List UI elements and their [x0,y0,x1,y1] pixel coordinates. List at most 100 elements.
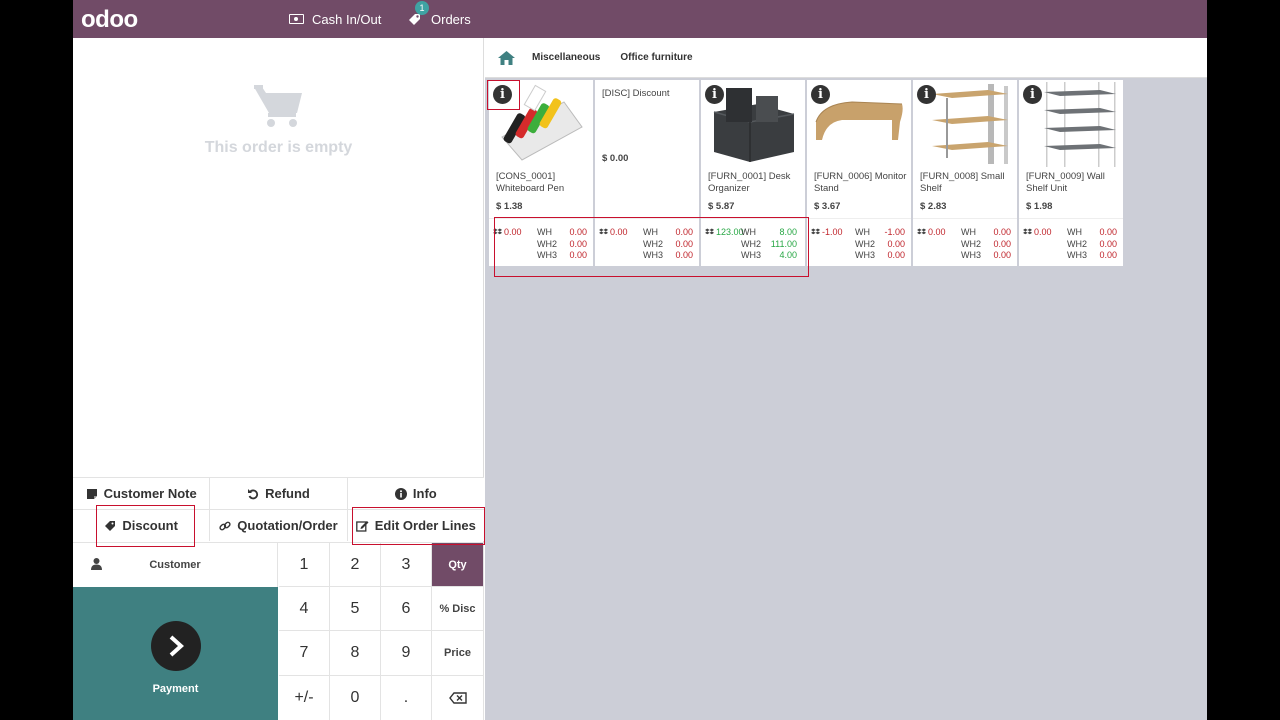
product-info-icon[interactable]: i [1023,85,1042,104]
numpad-key-6[interactable]: 6 [381,587,432,631]
numpad-key-0[interactable]: 0 [330,676,381,720]
odoo-logo: odoo [81,6,138,33]
product-card-monitor-stand[interactable]: i [FURN_0006] Monitor Stand $ 3.67 -1.00… [807,80,911,266]
stock-row-wh: WH 8.00 [741,227,797,237]
tag-icon [105,520,116,531]
dropbox-icon [1023,228,1032,235]
stock-row-wh2: WH2 0.00 [1067,238,1117,249]
stock-row-wh3: WH3 0.00 [1067,250,1117,260]
product-list: i [CONS_0001] Whiteboard Pen $ 1.38 0.00… [489,80,1123,266]
payment-arrow-icon [150,621,201,671]
product-info-icon[interactable]: i [705,85,724,104]
orders-count-badge: 1 [415,1,429,15]
stock-warehouses: WH 0.00 WH2 0.00 WH3 0.00 [1067,227,1117,262]
numpad-key-1[interactable]: 1 [279,543,330,587]
payment-label: Payment [152,683,199,695]
numpad-key-5[interactable]: 5 [330,587,381,631]
stock-row-wh: WH -1.00 [855,227,905,237]
product-card-wall-shelf-unit[interactable]: i [FURN_0009] Wall Shelf Unit $ 1.98 0.0… [1019,80,1123,266]
product-price: $ 1.38 [496,201,523,212]
product-card-whiteboard-pen[interactable]: i [CONS_0001] Whiteboard Pen $ 1.38 0.00… [489,80,593,266]
refund-button[interactable]: Refund [210,478,348,509]
stock-row-wh3: WH3 4.00 [741,250,797,260]
dropbox-icon [599,228,608,235]
product-price: $ 1.98 [1026,201,1053,212]
product-info-icon[interactable]: i [917,85,936,104]
edit-order-lines-label: Edit Order Lines [374,518,476,533]
stock-row-wh2: WH2 0.00 [537,238,587,249]
stock-row-wh: WH 0.00 [643,227,693,237]
user-icon [91,558,102,570]
dropbox-icon [493,228,502,235]
quotation-order-label: Quotation/Order [237,518,338,533]
link-icon [219,521,231,530]
mode-price-button[interactable]: Price [432,631,484,676]
stock-row-wh3: WH3 0.00 [855,250,905,260]
control-buttons-row-2: Discount Quotation/Order Edit Order Line… [73,509,484,541]
customer-label: Customer [149,559,201,571]
backspace-icon [448,692,467,704]
edit-icon [355,520,369,532]
order-panel: This order is empty Customer Note Refund… [73,38,484,720]
category-miscellaneous[interactable]: Miscellaneous [532,52,600,63]
numpad-key-decimal[interactable]: . [381,676,432,720]
home-icon[interactable] [497,50,516,66]
numpad-key-9[interactable]: 9 [381,631,432,676]
product-price: $ 3.67 [814,201,841,212]
numpad-backspace-button[interactable] [432,676,484,720]
mode-qty-button[interactable]: Qty [432,543,484,587]
product-name: [FURN_0006] Monitor Stand [814,171,907,194]
undo-icon [248,488,259,499]
edit-order-lines-button[interactable]: Edit Order Lines [347,510,484,541]
info-circle-icon [394,487,407,500]
pos-app: odoo Cash In/Out 1 Orders This order is … [73,0,1207,720]
stock-row-wh3: WH3 0.00 [537,250,587,260]
payment-button[interactable]: Payment [73,587,278,720]
product-price: $ 5.87 [708,201,735,212]
customer-note-label: Customer Note [103,486,197,501]
numpad-key-8[interactable]: 8 [330,631,381,676]
numpad-key-4[interactable]: 4 [279,587,330,631]
product-name: [FURN_0001] Desk Organizer [708,171,791,194]
discount-button[interactable]: Discount [73,510,211,541]
product-info-icon[interactable]: i [811,85,830,104]
numpad-key-2[interactable]: 2 [330,543,381,587]
numpad-key-7[interactable]: 7 [279,631,330,676]
empty-order: This order is empty [73,83,484,157]
orders-label: Orders [431,11,471,27]
mode-discount-button[interactable]: % Disc [432,587,484,631]
customer-button[interactable]: Customer [73,543,278,587]
note-icon [86,488,97,499]
product-price: $ 0.00 [602,153,629,164]
product-card-discount[interactable]: [DISC] Discount $ 0.00 0.00 WH 0.00 WH2 0.… [595,80,699,266]
customer-note-button[interactable]: Customer Note [73,478,211,509]
info-button[interactable]: Info [347,478,484,509]
stock-row-wh2: WH2 0.00 [961,238,1011,249]
stock-row-wh3: WH3 0.00 [643,250,693,260]
product-info-icon[interactable]: i [493,85,512,104]
numpad-key-plus-minus[interactable]: +/- [279,676,330,720]
empty-order-text: This order is empty [204,139,353,156]
stock-warehouses: WH 8.00 WH2 111.00 WH3 4.00 [741,227,797,262]
stock-total: 0.00 [1023,227,1052,237]
dropbox-icon [917,228,926,235]
product-card-small-shelf[interactable]: i [FURN_0008] Small Shelf $ 2.83 0.00 WH… [913,80,1017,266]
stock-row-wh2: WH2 111.00 [741,238,797,249]
stock-row-wh: WH 0.00 [961,227,1011,237]
control-buttons-row-1: Customer Note Refund Info [73,477,484,509]
category-office-furniture[interactable]: Office furniture [620,52,692,63]
orders-button[interactable]: 1 Orders [407,0,471,38]
stock-total: 123.00 [705,227,744,237]
money-icon [289,14,304,24]
dropbox-icon [705,228,714,235]
product-screen: Miscellaneous Office furniture i [CONS_0… [485,38,1207,720]
info-label: Info [412,486,437,501]
quotation-order-button[interactable]: Quotation/Order [210,510,348,541]
stock-warehouses: WH 0.00 WH2 0.00 WH3 0.00 [643,227,693,262]
product-stock: -1.00 WH -1.00 WH2 0.00 WH3 0.00 [807,218,911,266]
numpad-key-3[interactable]: 3 [381,543,432,587]
cash-in-out-button[interactable]: Cash In/Out [289,0,381,38]
product-stock: 123.00 WH 8.00 WH2 111.00 WH3 4.00 [701,218,805,266]
refund-label: Refund [265,486,310,501]
product-card-desk-organizer[interactable]: i [FURN_0001] Desk Organizer $ 5.87 123.… [701,80,805,266]
